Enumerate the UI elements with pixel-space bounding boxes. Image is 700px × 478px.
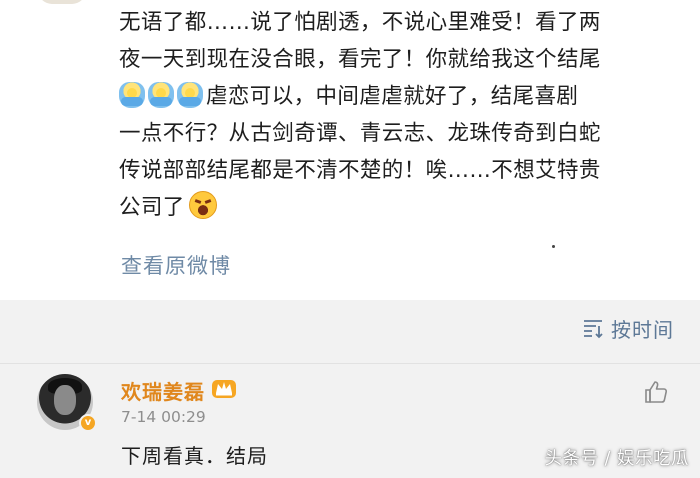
- comment-text: 下周看真．结局: [121, 444, 268, 468]
- post-line: 公司了: [119, 189, 639, 226]
- sort-lines-icon: [584, 320, 603, 339]
- post-line: 一点不行？从古剑奇谭、青云志、龙珠传奇到白蛇: [119, 121, 601, 146]
- avatar-face: [54, 385, 76, 415]
- sort-by-time-button[interactable]: 按时间: [581, 314, 674, 342]
- comment-timestamp: 7-14 00:29: [121, 408, 206, 426]
- post-line-text: 公司了: [119, 195, 185, 220]
- post-text: 无语了都……说了怕剧透，不说心里难受！看了两 夜一天到现在没合眼，看完了！你就给…: [119, 4, 639, 226]
- post-line: 无语了都……说了怕剧透，不说心里难受！看了两: [119, 10, 601, 35]
- stray-dot: [552, 245, 555, 248]
- angry-emoji-icon: [188, 191, 217, 219]
- post-line-text: 虐恋可以，中间虐虐就好了，结尾喜剧: [206, 84, 579, 109]
- view-original-link[interactable]: 查看原微博: [121, 250, 231, 280]
- post-line: 传说部部结尾都是不清不楚的！唉……不想艾特贵: [119, 158, 601, 183]
- verified-badge-icon: v: [79, 414, 97, 432]
- sort-label: 按时间: [611, 317, 674, 342]
- comment-username[interactable]: 欢瑞姜磊: [121, 376, 205, 405]
- shrug-emoji-icon: [177, 82, 203, 108]
- post-line: 虐恋可以，中间虐虐就好了，结尾喜剧: [119, 78, 639, 115]
- comments-section: 按时间 v 欢瑞姜磊 7-14 00:29 下周看真．结局 头条号 / 娱乐吃瓜: [0, 300, 700, 478]
- crown-badge-icon: [212, 380, 236, 398]
- post-line: 夜一天到现在没合眼，看完了！你就给我这个结尾: [119, 47, 601, 72]
- shrug-emoji-icon: [148, 82, 174, 108]
- thumbs-up-icon[interactable]: [643, 379, 669, 405]
- post-card: 无语了都……说了怕剧透，不说心里难受！看了两 夜一天到现在没合眼，看完了！你就给…: [0, 0, 700, 300]
- verified-badge-letter: v: [84, 417, 92, 428]
- watermark: 头条号 / 娱乐吃瓜: [544, 449, 689, 469]
- shrug-emoji-icon: [119, 82, 145, 108]
- avatar-fragment: [38, 0, 86, 4]
